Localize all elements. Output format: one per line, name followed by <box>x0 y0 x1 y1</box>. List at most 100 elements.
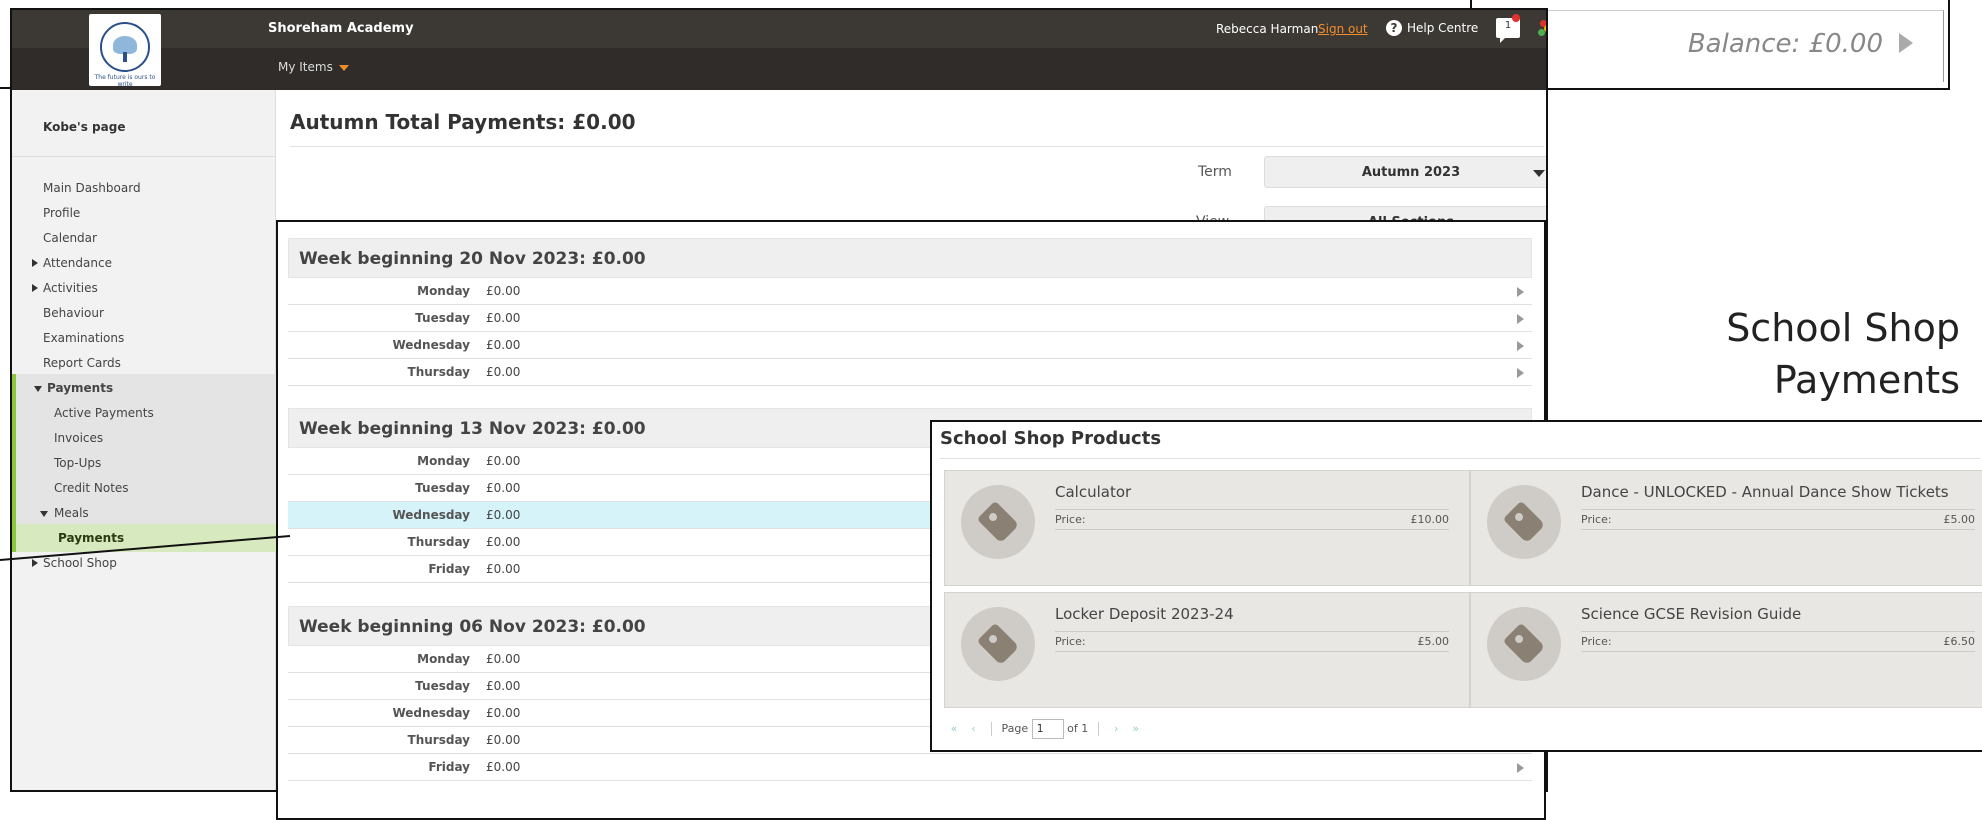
price-tag-icon <box>976 500 1020 544</box>
sidebar-item-behaviour[interactable]: Behaviour <box>12 299 276 327</box>
sidebar-item-payments[interactable]: Payments <box>12 374 276 402</box>
sidebar-item-active-payments[interactable]: Active Payments <box>12 399 276 427</box>
day-row[interactable]: Friday £0.00 <box>288 754 1532 781</box>
divider <box>1581 651 1975 652</box>
day-name: Wednesday <box>392 338 470 352</box>
day-amount: £0.00 <box>486 535 521 549</box>
sidebar-item-credit-notes[interactable]: Credit Notes <box>12 474 276 502</box>
day-amount: £0.00 <box>486 284 521 298</box>
week-section: Week beginning 20 Nov 2023: £0.00 Monday… <box>288 238 1532 386</box>
term-select-value: Autumn 2023 <box>1361 165 1461 180</box>
sidebar-item-examinations[interactable]: Examinations <box>12 324 276 352</box>
product-badge <box>961 607 1035 681</box>
apps-icon[interactable] <box>1538 20 1546 38</box>
day-name: Friday <box>428 562 470 576</box>
expand-arrow-icon <box>32 284 38 292</box>
price-tag-icon <box>976 622 1020 666</box>
product-card[interactable]: Locker Deposit 2023-24 Price: £5.00 <box>944 592 1470 708</box>
play-arrow-icon[interactable] <box>1899 33 1913 53</box>
child-page-title[interactable]: Kobe's page <box>43 120 125 134</box>
day-row[interactable]: Wednesday £0.00 <box>288 332 1532 359</box>
page-of-label: of 1 <box>1067 722 1089 735</box>
sidebar-item-main-dashboard[interactable]: Main Dashboard <box>12 174 276 202</box>
divider <box>1055 509 1449 510</box>
product-card[interactable]: Dance - UNLOCKED - Annual Dance Show Tic… <box>1470 470 1982 586</box>
price-value: £6.50 <box>1943 635 1976 648</box>
first-page-icon[interactable]: « <box>946 718 962 740</box>
price-tag-icon <box>1502 622 1546 666</box>
divider <box>1055 631 1449 632</box>
logo-trunk-icon <box>123 52 127 62</box>
day-name: Monday <box>417 652 470 666</box>
sidebar-item-meals[interactable]: Meals <box>12 499 276 527</box>
sidebar-item-label: Profile <box>43 206 81 220</box>
top-bar-menu-row <box>12 48 1546 90</box>
sidebar-item-label: Report Cards <box>43 356 121 370</box>
day-amount: £0.00 <box>486 454 521 468</box>
day-name: Thursday <box>407 535 470 549</box>
sidebar-divider <box>12 156 276 157</box>
product-name: Dance - UNLOCKED - Annual Dance Show Tic… <box>1581 483 1949 501</box>
school-shop-caption: School Shop Payments <box>1700 302 1960 406</box>
product-badge <box>1487 485 1561 559</box>
sidebar-item-meals-payments[interactable]: Payments <box>12 524 276 552</box>
school-logo[interactable]: The future is ours to write <box>89 14 161 88</box>
help-centre-label: Help Centre <box>1407 21 1479 35</box>
next-page-icon[interactable]: › <box>1108 718 1124 740</box>
sign-out-link[interactable]: Sign out <box>1318 22 1368 36</box>
day-row[interactable]: Tuesday £0.00 <box>288 305 1532 332</box>
day-amount: £0.00 <box>486 562 521 576</box>
shop-divider <box>940 458 1980 459</box>
day-name: Tuesday <box>415 311 470 325</box>
product-card[interactable]: Calculator Price: £10.00 <box>944 470 1470 586</box>
sidebar-item-attendance[interactable]: Attendance <box>12 249 276 277</box>
day-amount: £0.00 <box>486 508 521 522</box>
prev-page-icon[interactable]: ‹ <box>966 718 982 740</box>
last-page-icon[interactable]: » <box>1128 718 1144 740</box>
sidebar-item-activities[interactable]: Activities <box>12 274 276 302</box>
page-number-input[interactable]: 1 <box>1031 719 1064 739</box>
day-name: Tuesday <box>415 481 470 495</box>
price-value: £10.00 <box>1410 513 1450 526</box>
my-items-menu[interactable]: My Items <box>278 60 349 74</box>
sidebar-item-calendar[interactable]: Calendar <box>12 224 276 252</box>
sidebar-item-label: Main Dashboard <box>43 181 141 195</box>
sidebar-item-label: Examinations <box>43 331 125 345</box>
divider <box>1581 529 1975 530</box>
day-amount: £0.00 <box>486 481 521 495</box>
day-amount: £0.00 <box>486 311 521 325</box>
price-label: Price: <box>1581 635 1612 648</box>
sidebar-item-label: Payments <box>47 381 114 395</box>
sidebar-item-school-shop[interactable]: School Shop <box>12 549 276 577</box>
sidebar-item-label: Active Payments <box>54 406 154 420</box>
school-name: Shoreham Academy <box>268 21 414 36</box>
day-row[interactable]: Monday £0.00 <box>288 278 1532 305</box>
sidebar: Kobe's page Main Dashboard Profile Calen… <box>12 90 276 790</box>
day-amount: £0.00 <box>486 733 521 747</box>
balance-text: Balance: £0.00 <box>1687 29 1883 59</box>
page-title: Autumn Total Payments: £0.00 <box>290 110 636 134</box>
day-name: Wednesday <box>392 508 470 522</box>
divider <box>1055 651 1449 652</box>
term-select[interactable]: Autumn 2023 <box>1264 156 1546 188</box>
page-label: Page <box>1001 722 1029 735</box>
product-card[interactable]: Science GCSE Revision Guide Price: £6.50 <box>1470 592 1982 708</box>
notification-dot <box>1512 14 1520 22</box>
user-name: Rebecca Harman <box>1216 22 1319 36</box>
pager-separator <box>991 722 992 736</box>
day-row[interactable]: Thursday £0.00 <box>288 359 1532 386</box>
sidebar-item-profile[interactable]: Profile <box>12 199 276 227</box>
pagination: « ‹ Page 1 of 1 › » <box>946 718 1144 740</box>
sidebar-item-report-cards[interactable]: Report Cards <box>12 349 276 377</box>
caption-line-2: Payments <box>1773 358 1960 402</box>
term-label: Term <box>1198 164 1232 180</box>
sidebar-item-top-ups[interactable]: Top-Ups <box>12 449 276 477</box>
play-arrow-icon <box>1517 314 1524 324</box>
collapse-arrow-icon <box>34 386 42 392</box>
day-name: Thursday <box>407 365 470 379</box>
sidebar-item-invoices[interactable]: Invoices <box>12 424 276 452</box>
play-arrow-icon <box>1517 341 1524 351</box>
chevron-down-icon <box>1533 170 1545 177</box>
help-centre-link[interactable]: ? Help Centre <box>1386 20 1478 36</box>
sidebar-item-label: Attendance <box>43 256 112 270</box>
